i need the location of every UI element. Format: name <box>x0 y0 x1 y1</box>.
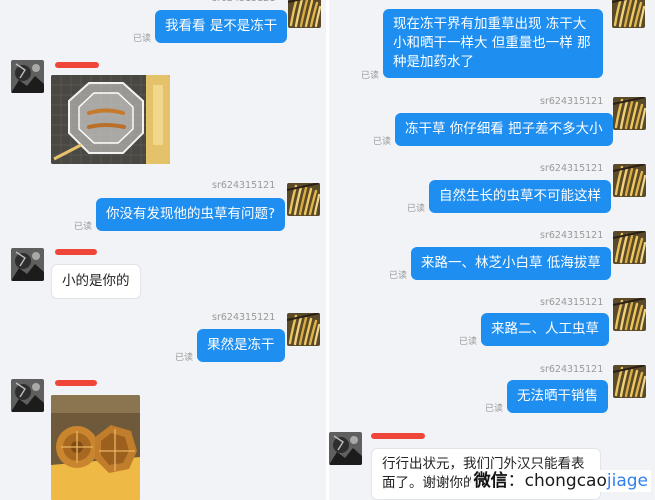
sender-name: sr624315121 <box>212 312 276 323</box>
sender-name: sr624315121 <box>540 297 604 308</box>
chat-message-bubble[interactable]: 来路二、人工虫草 <box>481 313 609 346</box>
sender-name: sr624315121 <box>540 364 604 375</box>
avatar-self[interactable] <box>613 231 646 264</box>
redacted-name <box>55 249 97 255</box>
redacted-name <box>55 380 97 386</box>
avatar-self[interactable] <box>613 365 646 398</box>
read-status: 已读 <box>373 137 392 147</box>
read-status: 已读 <box>361 71 380 81</box>
chat-message-bubble[interactable]: 我看看 是不是冻干 <box>155 10 288 43</box>
redacted-name <box>371 433 425 439</box>
chat-panel-left: sr624315121 我看看 是不是冻干 已读 s <box>0 0 326 500</box>
redacted-name <box>55 62 99 68</box>
avatar-other[interactable] <box>329 432 362 465</box>
chat-message-bubble[interactable]: 果然是冻干 <box>197 329 285 362</box>
avatar-other[interactable] <box>11 60 44 93</box>
watermark-handle-part1: chongcao <box>524 471 607 491</box>
avatar-other[interactable] <box>11 379 44 412</box>
watermark-colon: ： <box>507 471 525 491</box>
chat-message-bubble[interactable]: 现在冻干界有加重草出现 冻干大小和晒干一样大 但重量也一样 那种是加药水了 <box>383 9 603 78</box>
read-status: 已读 <box>407 204 426 214</box>
chat-message-bubble[interactable]: 无法晒干销售 <box>507 380 608 413</box>
avatar-self[interactable] <box>288 0 321 28</box>
chat-message-bubble[interactable]: 冻干草 你仔细看 把子差不多大小 <box>395 113 613 146</box>
avatar-other[interactable] <box>11 248 44 281</box>
sender-name: sr624315121 <box>540 96 604 107</box>
read-status: 已读 <box>485 404 504 414</box>
photo-cordyceps-tray[interactable] <box>51 75 170 164</box>
chat-message-bubble[interactable]: 自然生长的虫草不可能这样 <box>429 180 611 213</box>
watermark-handle-part2: jiage <box>606 471 648 491</box>
sender-name: sr624315121 <box>212 0 275 4</box>
chat-message-bubble[interactable]: 来路一、林芝小白草 低海拔草 <box>411 247 611 280</box>
avatar-self[interactable] <box>287 183 320 216</box>
avatar-self[interactable] <box>613 97 646 130</box>
avatar-self[interactable] <box>287 313 320 346</box>
chat-message-bubble[interactable]: 小的是你的 <box>51 264 141 299</box>
avatar-self[interactable] <box>613 164 646 197</box>
read-status: 已读 <box>175 353 194 363</box>
read-status: 已读 <box>389 271 408 281</box>
photo-packaged-cordyceps[interactable] <box>51 395 140 500</box>
chat-message-bubble[interactable]: 你没有发现他的虫草有问题? <box>96 198 286 231</box>
avatar-self[interactable] <box>612 0 645 28</box>
watermark-label: 微信 <box>473 471 508 491</box>
read-status: 已读 <box>74 222 93 232</box>
read-status: 已读 <box>459 337 478 347</box>
watermark: 微信：chongcaojiage <box>470 470 651 492</box>
conversation-screenshot: sr624315121 我看看 是不是冻干 已读 s <box>0 0 655 500</box>
sender-name: sr624315121 <box>540 230 604 241</box>
read-status: 已读 <box>133 34 152 44</box>
sender-name: sr624315121 <box>212 180 276 191</box>
avatar-self[interactable] <box>613 298 646 331</box>
chat-panel-right: 现在冻干界有加重草出现 冻干大小和晒干一样大 但重量也一样 那种是加药水了 已读… <box>329 0 655 500</box>
sender-name: sr624315121 <box>540 163 604 174</box>
